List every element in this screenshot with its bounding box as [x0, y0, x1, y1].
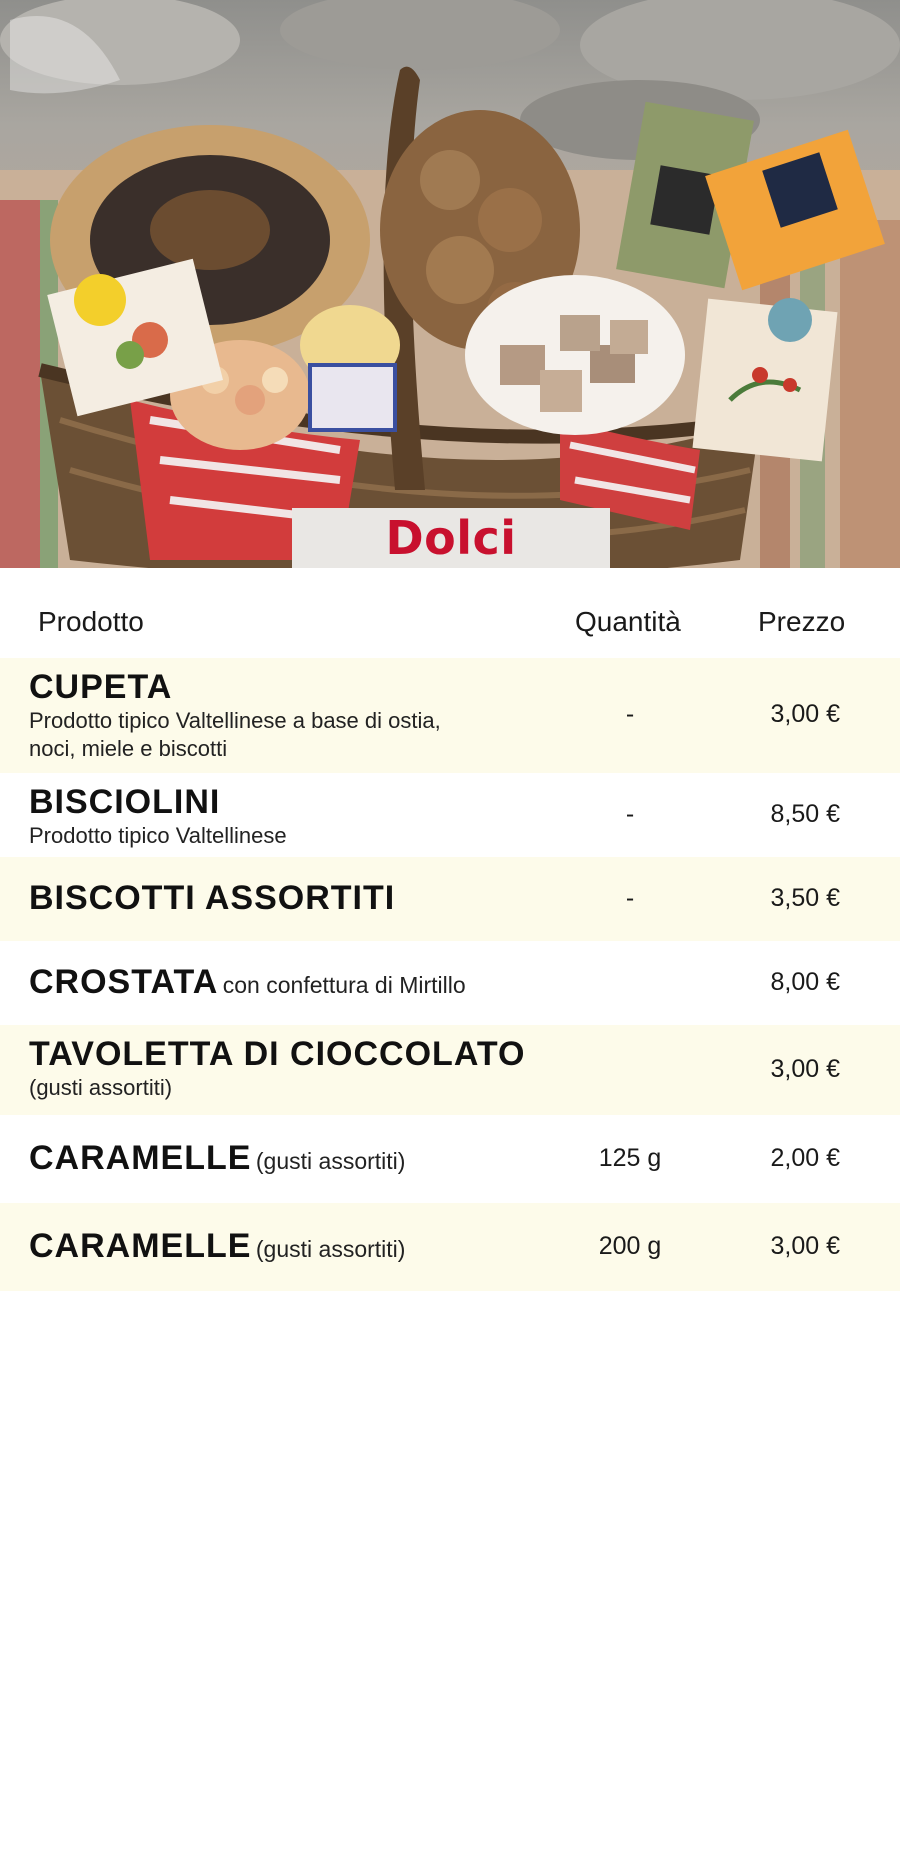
table-row: CUPETA Prodotto tipico Valtellinese a ba…: [0, 658, 900, 773]
quantity-cell: -: [625, 800, 635, 828]
price-cell: 2,00 €: [770, 1144, 840, 1172]
product-description: (gusti assortiti): [29, 1075, 173, 1100]
price-cell: 3,00 €: [770, 700, 840, 728]
table-row: BISCIOLINI Prodotto tipico Valtellinese …: [0, 773, 900, 857]
product-description: con confettura di Mirtillo: [222, 972, 466, 998]
table-row: TAVOLETTA DI CIOCCOLATO (gusti assortiti…: [0, 1025, 900, 1115]
product-description: Prodotto tipico Valtellinese: [29, 823, 287, 848]
product-name: TAVOLETTA DI CIOCCOLATO: [29, 1035, 526, 1073]
table-row: BISCOTTI ASSORTITI - 3,50 €: [0, 857, 900, 941]
gift-basket-illustration: [0, 0, 900, 568]
product-cell: CARAMELLE (gusti assortiti): [29, 1227, 549, 1266]
product-name: CARAMELLE: [29, 1139, 252, 1177]
quantity-cell: 200 g: [598, 1232, 662, 1260]
product-name: BISCIOLINI: [29, 783, 221, 821]
price-cell: 3,00 €: [770, 1232, 840, 1260]
product-name: CARAMELLE: [29, 1227, 252, 1265]
product-cell: BISCOTTI ASSORTITI: [29, 879, 549, 918]
product-cell: TAVOLETTA DI CIOCCOLATO (gusti assortiti…: [29, 1035, 549, 1102]
product-cell: CARAMELLE (gusti assortiti): [29, 1139, 549, 1178]
price-cell: 3,50 €: [770, 884, 840, 912]
table-row: CARAMELLE (gusti assortiti) 200 g 3,00 €: [0, 1203, 900, 1291]
title-banner: Dolci: [292, 508, 610, 568]
column-header-price: Prezzo: [758, 606, 846, 637]
product-name: CROSTATA: [29, 963, 219, 1001]
menu-page: Dolci Prodotto Quantità Prezzo CUPETA Pr…: [0, 0, 900, 1853]
product-description: (gusti assortiti): [255, 1148, 406, 1174]
product-description: Prodotto tipico Valtellinese a base di o…: [29, 708, 441, 761]
quantity-cell: -: [625, 884, 635, 912]
table-header: Prodotto Quantità Prezzo: [0, 568, 900, 658]
product-name: CUPETA: [29, 668, 173, 706]
product-cell: BISCIOLINI Prodotto tipico Valtellinese: [29, 783, 549, 850]
quantity-cell: -: [625, 700, 635, 728]
price-cell: 8,00 €: [770, 968, 840, 996]
column-header-quantity: Quantità: [575, 606, 681, 637]
hero-image: Dolci: [0, 0, 900, 568]
product-description: (gusti assortiti): [255, 1236, 406, 1262]
table-row: CROSTATA con confettura di Mirtillo 8,00…: [0, 941, 900, 1025]
page-title: Dolci: [385, 511, 517, 565]
price-cell: 3,00 €: [770, 1055, 840, 1083]
quantity-cell: 125 g: [598, 1144, 662, 1172]
product-cell: CUPETA Prodotto tipico Valtellinese a ba…: [29, 668, 549, 763]
table-row: CARAMELLE (gusti assortiti) 125 g 2,00 €: [0, 1115, 900, 1203]
product-name: BISCOTTI ASSORTITI: [29, 879, 396, 917]
column-header-product: Prodotto: [38, 606, 144, 637]
price-cell: 8,50 €: [770, 800, 840, 828]
price-table: Prodotto Quantità Prezzo CUPETA Prodotto…: [0, 568, 900, 1291]
product-cell: CROSTATA con confettura di Mirtillo: [29, 963, 549, 1002]
